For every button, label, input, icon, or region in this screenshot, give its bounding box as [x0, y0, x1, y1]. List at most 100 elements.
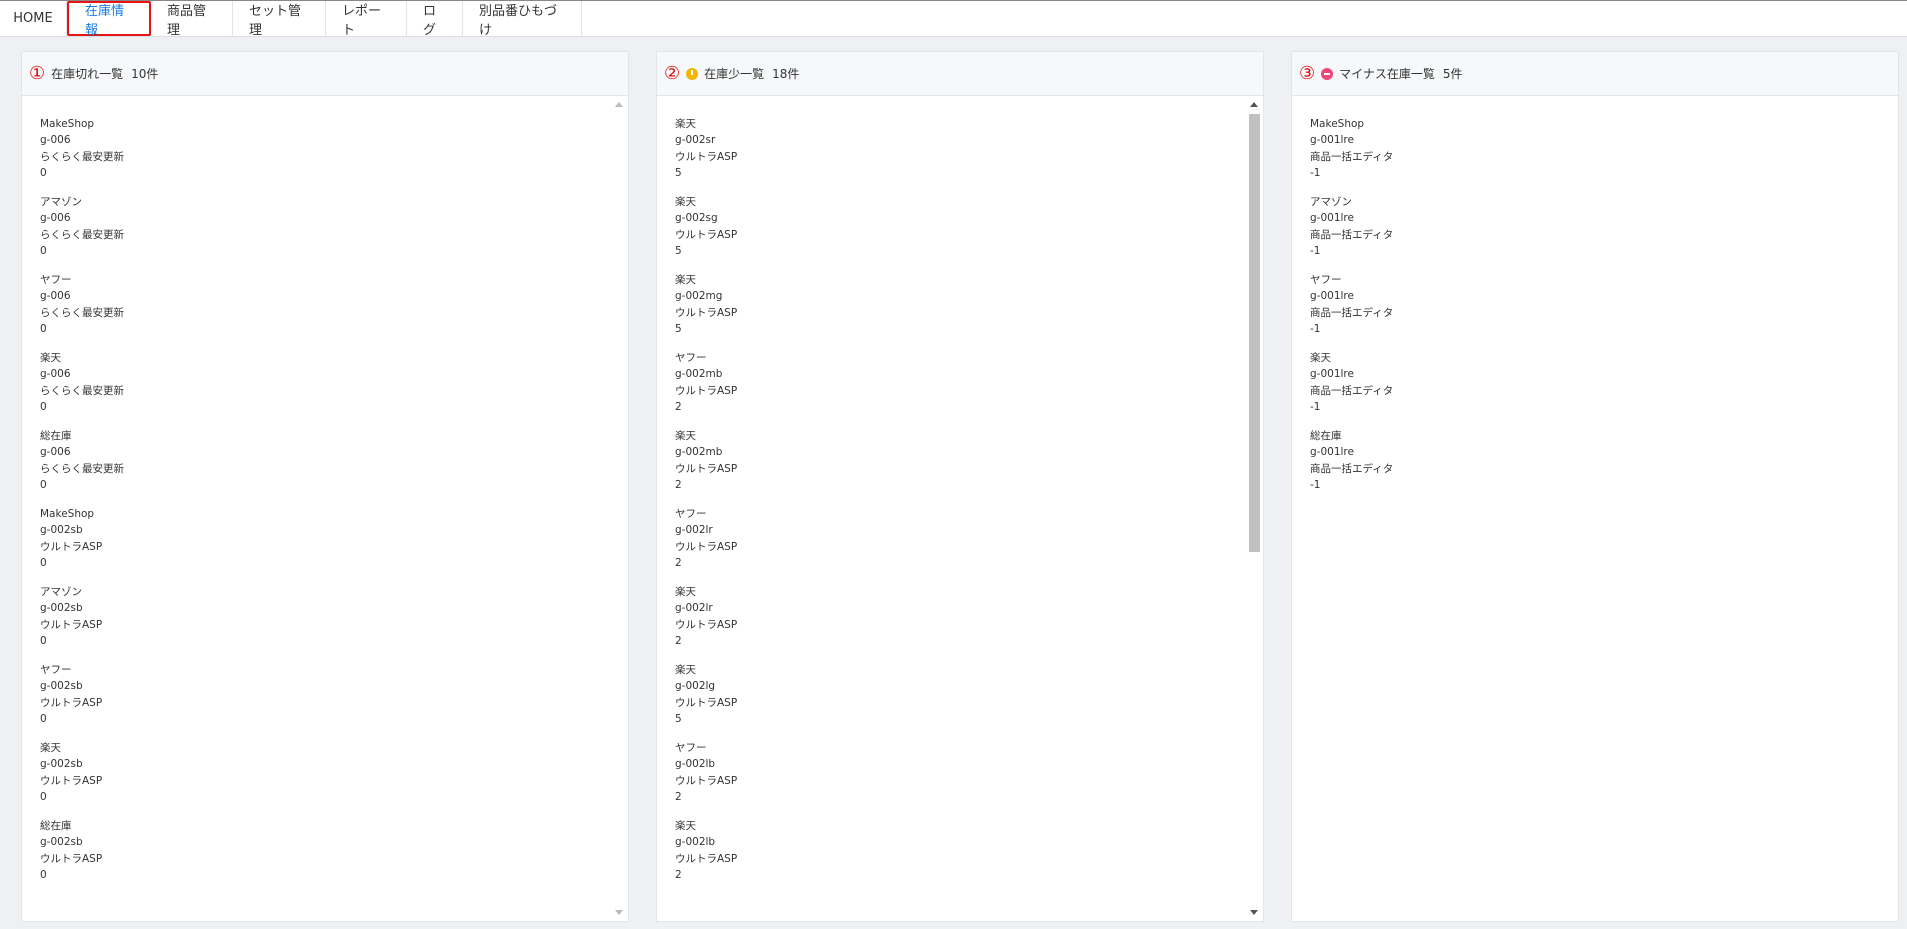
update-tool: ウルトラASP: [40, 696, 103, 709]
list-item: 楽天 g-002sb ウルトラASP 0: [40, 740, 628, 805]
update-tool: ウルトラASP: [40, 774, 103, 787]
tab-log[interactable]: ログ: [407, 1, 463, 38]
list-item: ヤフー g-002sb ウルトラASP 0: [40, 662, 628, 727]
tab-stock-info[interactable]: 在庫情報: [67, 1, 151, 38]
shop-name: 楽天: [675, 118, 696, 130]
stock-quantity: -1: [1310, 166, 1321, 179]
update-tool: ウルトラASP: [675, 150, 738, 163]
scrollbar[interactable]: [612, 98, 626, 919]
shop-name: 楽天: [675, 196, 696, 208]
update-tool: 商品一括エディタ: [1310, 306, 1394, 319]
update-tool: ウルトラASP: [675, 384, 738, 397]
stock-quantity: 5: [675, 712, 682, 725]
stock-quantity: 5: [675, 244, 682, 257]
stock-list[interactable]: MakeShop g-001lre 商品一括エディタ -1 アマゾン g-001lre 商品…: [1292, 96, 1898, 921]
minus-circle-icon: [1321, 67, 1334, 80]
stock-quantity: 0: [40, 790, 47, 803]
update-tool: ウルトラASP: [40, 540, 103, 553]
update-tool: ウルトラASP: [675, 228, 738, 241]
shop-name: 楽天: [675, 430, 696, 442]
shop-name: ヤフー: [675, 352, 707, 364]
stock-quantity: -1: [1310, 322, 1321, 335]
stock-list[interactable]: 楽天 g-002sr ウルトラASP 5 楽天 g-002sg ウルトラASP 5 楽天 g-00…: [657, 96, 1263, 921]
out-of-stock-panel: ① 在庫切れ一覧 10件 MakeShop g-006 らくらく最安更新 0 アマゾン g…: [21, 51, 629, 922]
stock-quantity: 2: [675, 868, 682, 881]
list-item: アマゾン g-002sb ウルトラASP 0: [40, 584, 628, 649]
update-tool: ウルトラASP: [675, 540, 738, 553]
shop-name: MakeShop: [40, 118, 95, 130]
scroll-down-icon[interactable]: [615, 910, 623, 915]
stock-quantity: 2: [675, 400, 682, 413]
product-code: g-001lre: [1310, 368, 1354, 381]
negative-stock-panel: ③ マイナス在庫一覧 5件 MakeShop g-001lre 商品一括エディタ -1…: [1291, 51, 1899, 922]
tab-set-management[interactable]: セット管理: [233, 1, 326, 38]
update-tool: ウルトラASP: [675, 774, 738, 787]
stock-quantity: 0: [40, 166, 47, 179]
list-item: ヤフー g-002lr ウルトラASP 2: [675, 506, 1263, 571]
update-tool: らくらく最安更新: [40, 150, 124, 163]
update-tool: 商品一括エディタ: [1310, 384, 1394, 397]
product-code: g-006: [40, 290, 71, 303]
product-code: g-002sb: [40, 680, 83, 693]
tab-product-management[interactable]: 商品管理: [151, 1, 233, 38]
scroll-up-icon[interactable]: [615, 102, 623, 107]
product-code: g-002lr: [675, 602, 713, 615]
product-code: g-002lr: [675, 524, 713, 537]
list-item: 楽天 g-006 らくらく最安更新 0: [40, 350, 628, 415]
scroll-up-icon[interactable]: [1250, 102, 1258, 107]
product-code: g-002sb: [40, 602, 83, 615]
stock-quantity: -1: [1310, 478, 1321, 491]
product-code: g-002sg: [675, 212, 718, 225]
shop-name: アマゾン: [40, 586, 82, 598]
shop-name: 楽天: [675, 664, 696, 676]
list-item: 総在庫 g-006 らくらく最安更新 0: [40, 428, 628, 493]
shop-name: MakeShop: [1310, 118, 1365, 130]
list-item: MakeShop g-002sb ウルトラASP 0: [40, 506, 628, 571]
panel-header: ① 在庫切れ一覧 10件: [22, 52, 628, 96]
stock-quantity: 0: [40, 712, 47, 725]
list-item: 楽天 g-002lg ウルトラASP 5: [675, 662, 1263, 727]
shop-name: 楽天: [675, 586, 696, 598]
shop-name: 総在庫: [40, 430, 72, 442]
scroll-down-icon[interactable]: [1250, 910, 1258, 915]
list-item: ヤフー g-001lre 商品一括エディタ -1: [1310, 272, 1898, 337]
list-item: 総在庫 g-001lre 商品一括エディタ -1: [1310, 428, 1898, 493]
shop-name: アマゾン: [1310, 196, 1352, 208]
product-code: g-002mg: [675, 290, 723, 303]
update-tool: ウルトラASP: [675, 696, 738, 709]
update-tool: ウルトラASP: [40, 852, 103, 865]
panel-header: ② 在庫少一覧 18件: [657, 52, 1263, 96]
tab-report[interactable]: レポート: [326, 1, 407, 38]
product-code: g-002mb: [675, 446, 723, 459]
product-code: g-002sr: [675, 134, 716, 147]
update-tool: 商品一括エディタ: [1310, 228, 1394, 241]
product-code: g-001lre: [1310, 134, 1354, 147]
update-tool: 商品一括エディタ: [1310, 150, 1394, 163]
tab-home[interactable]: HOME: [0, 1, 67, 36]
panel-number: ②: [664, 62, 681, 84]
update-tool: らくらく最安更新: [40, 306, 124, 319]
stock-quantity: -1: [1310, 400, 1321, 413]
shop-name: 楽天: [675, 820, 696, 832]
product-code: g-001lre: [1310, 290, 1354, 303]
shop-name: 楽天: [675, 274, 696, 286]
stock-quantity: 0: [40, 400, 47, 413]
stock-quantity: 0: [40, 478, 47, 491]
shop-name: ヤフー: [675, 508, 707, 520]
shop-name: 総在庫: [40, 820, 72, 832]
product-code: g-002lb: [675, 836, 716, 849]
scrollbar-thumb[interactable]: [1249, 114, 1260, 552]
stock-list[interactable]: MakeShop g-006 らくらく最安更新 0 アマゾン g-006 らくらく最安更新 0…: [22, 96, 628, 921]
panel-count: 5件: [1442, 67, 1463, 81]
shop-name: 楽天: [40, 742, 61, 754]
update-tool: ウルトラASP: [675, 306, 738, 319]
tab-alt-sku-link[interactable]: 別品番ひもづけ: [463, 1, 582, 38]
shop-name: ヤフー: [675, 742, 707, 754]
list-item: 楽天 g-002sg ウルトラASP 5: [675, 194, 1263, 259]
stock-quantity: 5: [675, 322, 682, 335]
product-code: g-006: [40, 212, 71, 225]
shop-name: 総在庫: [1310, 430, 1342, 442]
update-tool: らくらく最安更新: [40, 228, 124, 241]
panel-number: ①: [29, 62, 46, 84]
scrollbar[interactable]: [1247, 98, 1261, 919]
